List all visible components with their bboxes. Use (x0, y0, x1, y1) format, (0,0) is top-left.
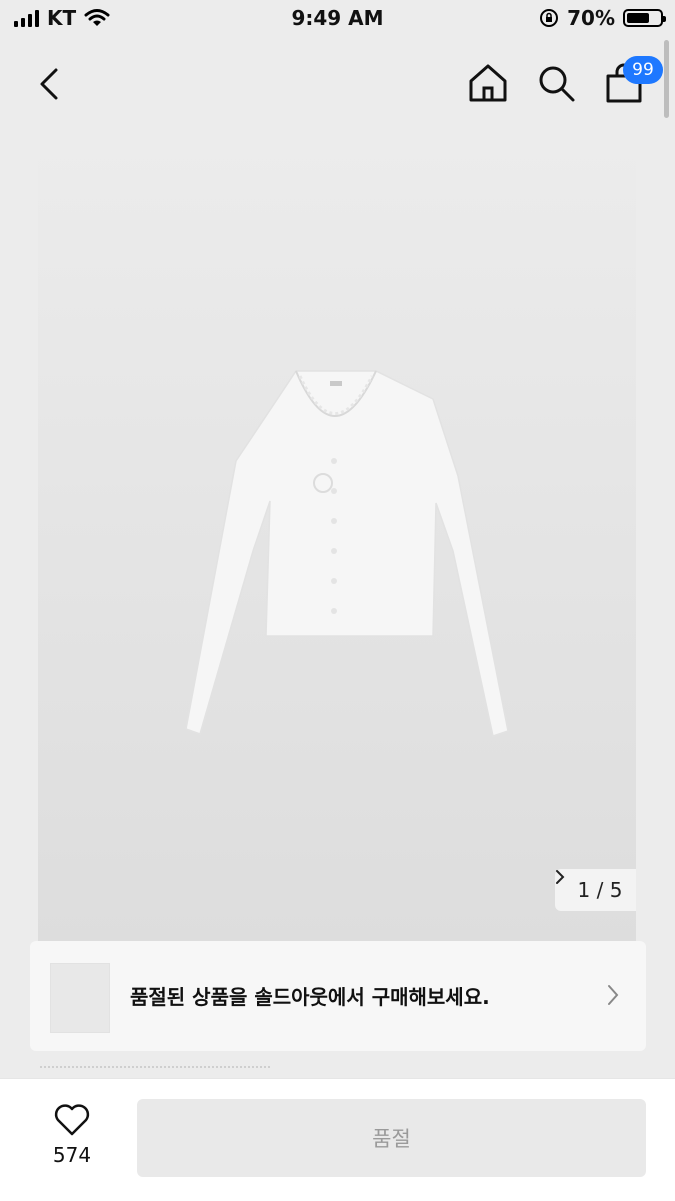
product-image (38, 131, 636, 943)
cart-button[interactable]: 99 (603, 56, 663, 104)
pager-total: 5 (609, 878, 623, 902)
home-icon[interactable] (467, 62, 509, 104)
chevron-right-icon (556, 870, 565, 884)
like-button[interactable]: 574 (44, 1103, 100, 1167)
battery-percent: 70% (567, 6, 615, 30)
cart-badge: 99 (623, 56, 663, 84)
heart-icon (54, 1104, 90, 1136)
back-icon[interactable] (32, 64, 72, 104)
bottom-action-bar: 574 품절 (0, 1078, 675, 1201)
banner-thumbnail (50, 963, 110, 1033)
partially-hidden-text (40, 1066, 270, 1074)
image-pager[interactable]: 1 / 5 (555, 869, 636, 911)
soldout-button[interactable]: 품절 (137, 1099, 646, 1177)
banner-message: 품절된 상품을 솔드아웃에서 구매해보세요. (130, 985, 490, 1009)
product-image-gallery[interactable]: 1 / 5 (38, 131, 636, 943)
soldout-promo-banner[interactable]: 품절된 상품을 솔드아웃에서 구매해보세요. (30, 941, 646, 1051)
top-nav: 99 (0, 46, 675, 122)
chevron-right-icon (608, 985, 619, 1005)
search-icon[interactable] (535, 62, 577, 104)
battery-icon (623, 9, 666, 27)
pager-separator: / (596, 878, 604, 902)
status-bar: KT 9:49 AM 70% (0, 0, 675, 40)
orientation-lock-icon (540, 9, 559, 27)
like-count: 574 (52, 1143, 92, 1167)
pager-current: 1 (577, 878, 591, 902)
